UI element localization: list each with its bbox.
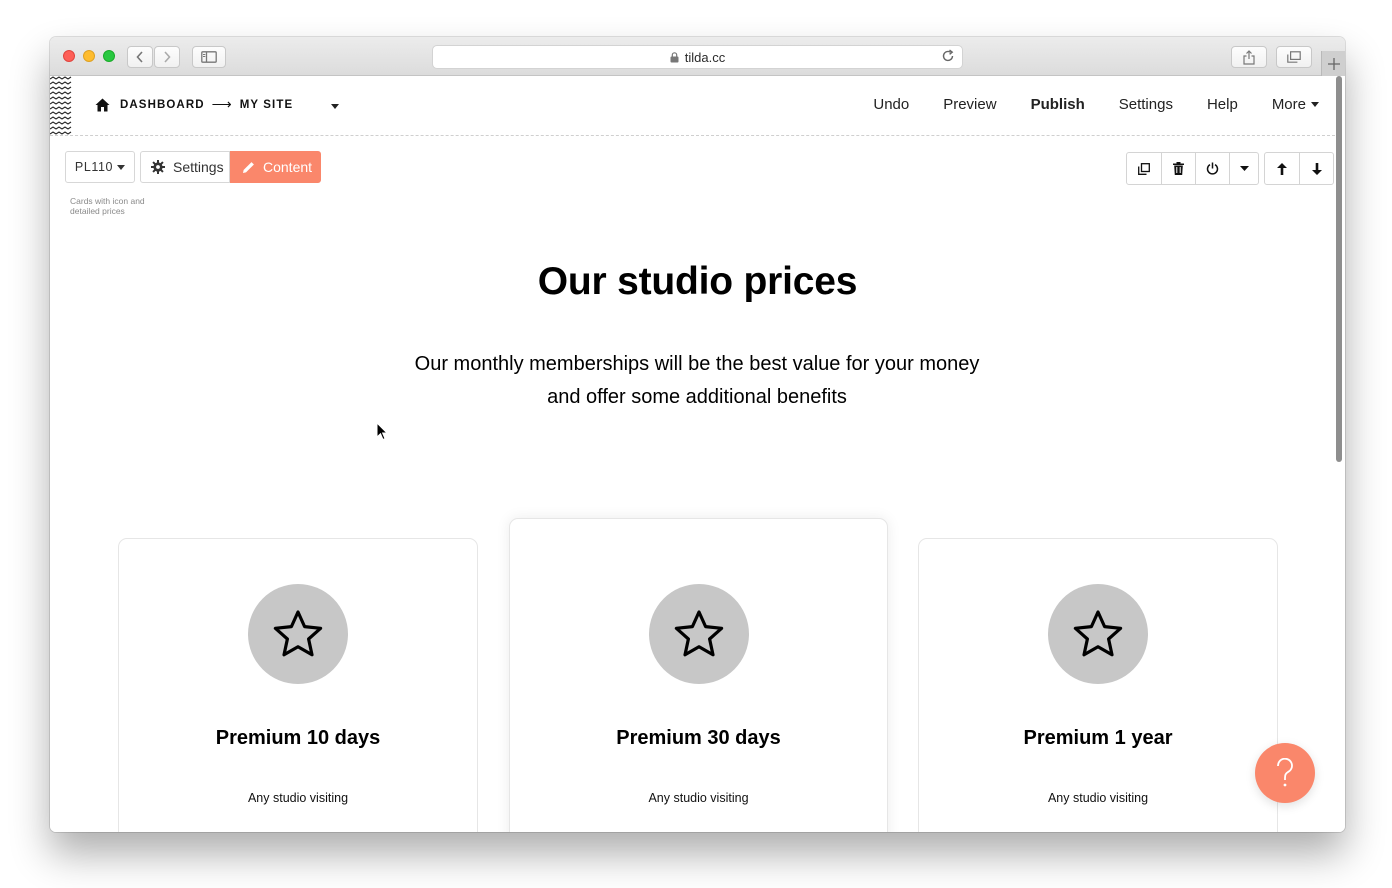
card-feature: Any studio visiting [1047, 791, 1149, 805]
close-window-button[interactable] [63, 50, 75, 62]
address-bar[interactable]: tilda.cc [432, 45, 963, 69]
card-icon-circle [248, 584, 348, 684]
section-title: Our studio prices [537, 260, 858, 303]
breadcrumb-dashboard[interactable]: DASHBOARD [120, 99, 205, 111]
gear-icon [151, 160, 165, 174]
breadcrumb: DASHBOARD ⟶ MY SITE [95, 96, 293, 113]
pricing-card: Premium 30 days Any studio visiting [509, 518, 888, 832]
forward-button[interactable] [154, 46, 180, 68]
block-code-label: PL110 [74, 160, 114, 174]
minimize-window-button[interactable] [83, 50, 95, 62]
zigzag-decoration [50, 76, 72, 135]
card-title: Premium 10 days [215, 727, 381, 749]
card-feature: Any studio visiting [648, 791, 749, 805]
settings-link[interactable]: Settings [1119, 96, 1173, 113]
publish-link[interactable]: Publish [1031, 96, 1085, 113]
help-link[interactable]: Help [1207, 96, 1238, 113]
duplicate-block-button[interactable] [1127, 153, 1161, 184]
help-button[interactable] [1255, 743, 1315, 803]
card-title: Premium 30 days [616, 727, 781, 749]
editor-actions: Undo Preview Publish Settings Help More [839, 96, 1319, 113]
tabs-overview-button[interactable] [1276, 46, 1312, 68]
block-more-dropdown[interactable] [1229, 153, 1258, 184]
block-move-group [1264, 152, 1334, 185]
lock-icon [670, 51, 679, 62]
page-viewport: DASHBOARD ⟶ MY SITE Undo Preview Publish… [50, 76, 1345, 832]
block-content-button[interactable]: Content [230, 151, 321, 183]
move-up-button[interactable] [1265, 153, 1299, 184]
star-icon [674, 610, 723, 657]
trash-icon [1173, 162, 1184, 175]
new-tab-button[interactable] [1321, 51, 1345, 76]
caret-down-icon [1311, 102, 1319, 107]
browser-toolbar: tilda.cc [50, 37, 1345, 76]
delete-block-button[interactable] [1161, 153, 1195, 184]
toggle-block-button[interactable] [1195, 153, 1229, 184]
back-button[interactable] [127, 46, 153, 68]
block-code-dropdown[interactable]: PL110 [65, 151, 135, 183]
block-toolbar: PL110 Settings Content [65, 151, 321, 183]
breadcrumb-arrow: ⟶ [211, 96, 232, 112]
card-title: Premium 1 year [1023, 727, 1173, 749]
share-button[interactable] [1231, 46, 1267, 68]
sidebar-button[interactable] [192, 46, 226, 68]
section-subtitle: Our monthly memberships will be the best… [414, 353, 980, 408]
pencil-icon [243, 161, 254, 173]
card-icon-circle [648, 584, 749, 684]
star-icon [273, 610, 323, 657]
block-actions-group [1126, 152, 1259, 185]
move-down-button[interactable] [1299, 153, 1333, 184]
arrow-up-icon [1277, 162, 1287, 175]
block-settings-label: Settings [173, 159, 224, 175]
back-arrow-icon [136, 51, 143, 63]
question-mark-icon [1277, 758, 1293, 787]
caret-down-icon [117, 164, 126, 170]
block-content-label: Content [263, 159, 313, 175]
tabs-icon [1287, 51, 1301, 63]
caret-down-icon [1239, 165, 1249, 171]
block-tools [1126, 152, 1334, 185]
site-dropdown-caret-icon[interactable] [331, 104, 339, 109]
pricing-card: Premium 10 days Any studio visiting [118, 538, 478, 832]
block-description: Cards with icon and detailed prices [70, 196, 145, 216]
forward-arrow-icon [164, 51, 171, 63]
card-feature: Any studio visiting [247, 791, 349, 805]
duplicate-icon [1138, 162, 1150, 175]
url-text: tilda.cc [684, 49, 726, 65]
sidebar-icon [201, 51, 217, 63]
browser-window: tilda.cc DASHBOARD ⟶ MY SITE Undo Previe… [50, 37, 1345, 832]
mouse-cursor-icon [376, 422, 388, 441]
maximize-window-button[interactable] [103, 50, 115, 62]
more-label: More [1271, 96, 1306, 113]
arrow-down-icon [1311, 162, 1322, 175]
star-icon [1073, 610, 1123, 657]
undo-link[interactable]: Undo [873, 96, 909, 113]
more-menu[interactable]: More [1272, 96, 1319, 113]
pricing-card: Premium 1 year Any studio visiting [918, 538, 1278, 832]
home-icon[interactable] [95, 98, 110, 112]
plus-icon [1327, 57, 1340, 70]
power-icon [1206, 162, 1219, 175]
share-icon [1243, 49, 1255, 65]
editor-top-nav: DASHBOARD ⟶ MY SITE Undo Preview Publish… [50, 76, 1335, 136]
breadcrumb-site[interactable]: MY SITE [240, 99, 294, 111]
page-scrollbar[interactable] [1336, 76, 1342, 462]
preview-link[interactable]: Preview [943, 96, 996, 113]
block-settings-button[interactable]: Settings [140, 151, 230, 183]
reload-icon[interactable] [940, 48, 956, 64]
card-icon-circle [1048, 584, 1148, 684]
